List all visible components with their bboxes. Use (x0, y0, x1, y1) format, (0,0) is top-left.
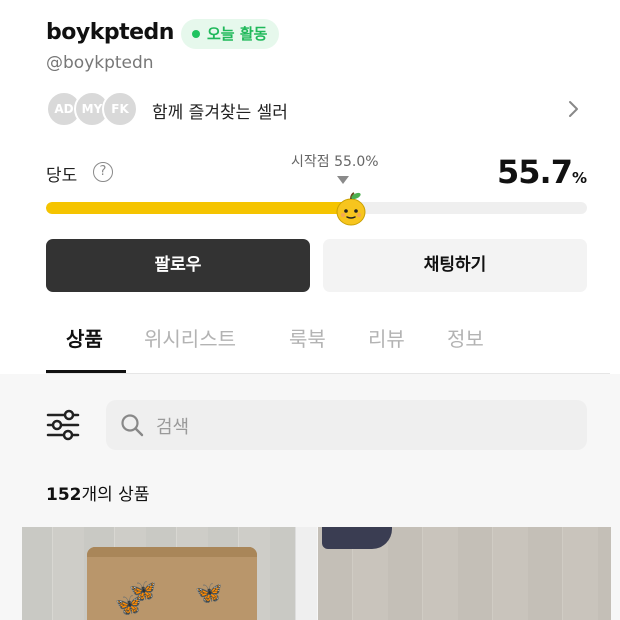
start-point-label: 시작점 55.0% (291, 154, 379, 170)
search-placeholder: 검색 (156, 417, 190, 438)
filter-sliders-icon[interactable] (46, 408, 80, 442)
start-marker-icon (337, 176, 349, 184)
sweetness-number: 55.7 (497, 153, 573, 191)
avatar: FK (102, 91, 138, 127)
sweetness-progress-fill (46, 202, 348, 214)
search-input[interactable]: 검색 (106, 400, 587, 450)
butterfly-icon: 🦋 (115, 593, 143, 618)
tab-products[interactable]: 상품 (66, 323, 103, 352)
jeans-waistband (87, 547, 257, 557)
profile-tabs: 상품 위시리스트 룩북 리뷰 정보 (46, 323, 586, 373)
product-count-suffix: 개의 상품 (81, 485, 150, 505)
product-image-jeans: 🦋 🦋 🦋 (87, 547, 257, 620)
sweetness-progress-bar (46, 202, 587, 214)
sweetness-label: 당도 (46, 166, 78, 186)
product-count-number: 152 (46, 485, 82, 505)
tab-wishlist[interactable]: 위시리스트 (144, 323, 236, 352)
chevron-right-icon (569, 101, 578, 117)
profile-handle: @boykptedn (46, 53, 154, 73)
tab-lookbook[interactable]: 룩북 (289, 323, 326, 352)
shared-sellers-row[interactable]: AD MY FK 함께 즐겨찾는 셀러 (46, 91, 586, 129)
product-thumbnail[interactable] (318, 527, 611, 620)
product-thumbnail[interactable]: 🦋 🦋 🦋 (22, 527, 317, 620)
badge-label: 오늘 활동 (207, 25, 268, 43)
shared-sellers-label: 함께 즐겨찾는 셀러 (152, 103, 288, 123)
apple-mascot-icon (336, 192, 366, 226)
product-count: 152개의 상품 (46, 480, 149, 505)
tab-info[interactable]: 정보 (447, 323, 484, 352)
search-icon (121, 414, 144, 437)
chat-button[interactable]: 채팅하기 (323, 239, 587, 292)
profile-name: boykptedn (46, 20, 174, 45)
follow-button[interactable]: 팔로우 (46, 239, 310, 292)
product-image-background (295, 527, 317, 620)
sweetness-value: 55.7% (497, 153, 587, 191)
question-circle-icon[interactable]: ? (93, 162, 113, 182)
online-dot-icon (192, 30, 200, 38)
product-image-object (322, 527, 392, 549)
active-today-badge: 오늘 활동 (181, 19, 280, 49)
butterfly-icon: 🦋 (195, 581, 223, 606)
sweetness-unit: % (571, 169, 587, 187)
tab-reviews[interactable]: 리뷰 (368, 323, 405, 352)
